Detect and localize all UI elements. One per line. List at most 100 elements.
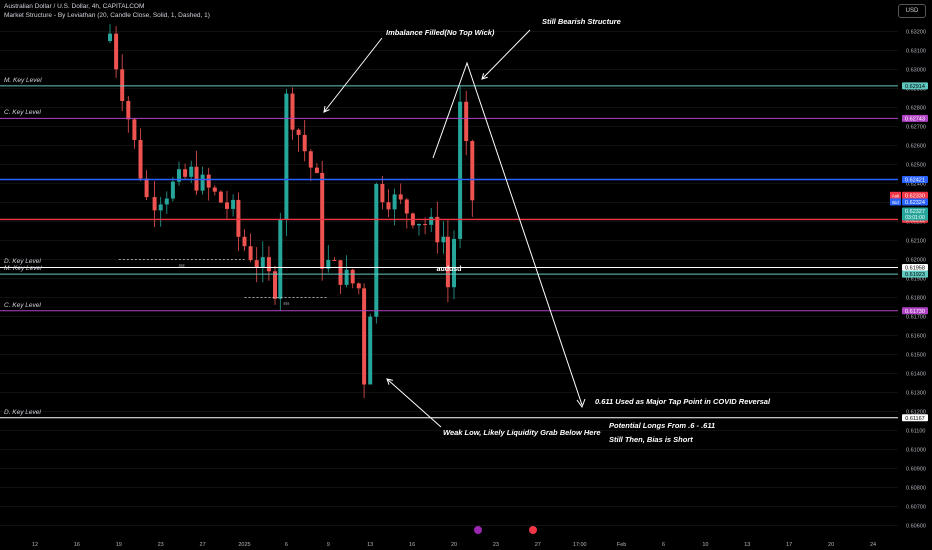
key-level-tag: 0.62914 [905,84,925,90]
x-tick-label: Feb [617,542,626,548]
candle-body [144,178,149,198]
y-tick-label: 0.63000 [906,68,926,74]
candle-body [170,181,175,199]
candle-body [308,151,313,168]
x-tick-label: 17 [786,542,792,548]
candle-body [362,288,367,385]
y-tick-label: 0.60700 [906,505,926,511]
bid-tag: 0.62324 [905,200,925,206]
candle-body [266,257,271,272]
y-tick-label: 0.61700 [906,315,926,321]
candle-body [260,257,265,268]
candle-body [218,191,223,203]
y-tick-label: 0.62100 [906,239,926,245]
candle-body [278,219,283,299]
bid-label: Bid [892,200,899,205]
key-level-tag: 0.62743 [905,116,925,122]
candle-body [441,236,446,243]
y-tick-label: 0.62600 [906,144,926,150]
candle-body [114,33,119,70]
y-tick-label: 0.63100 [906,49,926,55]
x-tick-label: 24 [870,542,876,548]
candle-body [464,101,469,142]
currency-button[interactable]: USD [898,4,926,18]
key-level-tag: 0.61167 [905,416,924,422]
candle-body [423,223,428,225]
y-tick-label: 0.60900 [906,467,926,473]
candle-body [392,194,397,210]
symbol-title: Australian Dollar / U.S. Dollar, 4h, CAP… [4,3,145,10]
ask-tag: 0.62330 [905,193,925,199]
symbol-label: audusd [437,266,462,273]
candle-body [458,101,463,239]
candle-body [273,271,277,299]
y-tick-label: 0.61400 [906,372,926,378]
arrow-imbalance [323,37,383,113]
candle-body [126,100,131,120]
blue-level-tag: 0.62421 [905,178,925,184]
y-tick-label: 0.61100 [906,429,925,435]
key-level-tag: 0.61730 [905,309,925,315]
candle-body [350,269,355,284]
candle-body [452,238,456,288]
candle-body [374,184,379,317]
x-tick-label: 20 [451,542,457,548]
candle-body [302,134,307,152]
structure-tag: sss [283,301,289,306]
candle-body [417,223,421,226]
structure-tag: sss [179,263,185,268]
projection-path [432,61,583,406]
candle-body [138,140,143,179]
candle-body [398,194,403,200]
x-tick-label: 6 [662,542,665,548]
x-tick-label: 10 [702,542,708,548]
y-tick-label: 0.61300 [906,391,926,397]
x-tick-label: 23 [493,542,499,548]
candle-body [344,269,349,285]
price-chart[interactable]: ssssssaudusd 0.632000.631000.630000.6290… [0,0,932,550]
candle-body [284,93,289,220]
candle-body [296,129,301,135]
x-tick-label: 6 [285,542,288,548]
candle-body [242,236,247,247]
candle-body [470,141,475,201]
x-tick-label: 13 [744,542,750,548]
y-tick-label: 0.60600 [906,524,926,530]
candle-body [212,187,217,192]
annotation-covid-reversal: 0.611 Used as Major Tap Point in COVID R… [595,397,771,406]
x-tick-label: 19 [116,542,122,548]
candle-body [164,198,169,205]
y-tick-label: 0.61600 [906,334,926,340]
annotation-weak-low: Weak Low, Likely Liquidity Grab Below He… [443,428,601,437]
arrow-bearish-structure [481,29,531,80]
x-tick-label: 17:00 [573,542,587,548]
candle-body [158,204,163,211]
y-tick-label: 0.63200 [906,30,926,36]
y-tick-label: 0.62500 [906,163,926,169]
y-tick-label: 0.61500 [906,353,926,359]
candle-body [120,69,125,101]
candle-body [206,174,211,188]
annotation-imbalance: Imbalance Filled(No Top Wick) [386,28,495,37]
time-axis[interactable]: 12 16 19 23 27 2025 6 9 13 16 20 23 27 17:00 Feb 6 10 13 1… [32,542,876,548]
candle-body [314,167,319,173]
candle-body [225,202,229,209]
x-tick-label: 9 [327,542,330,548]
y-tick-label: 0.61800 [906,296,926,302]
key-level-label: C. Key Level [4,301,41,309]
candle-body [248,246,253,261]
key-level-label: M. Key Level [4,76,42,84]
candle-body [368,316,373,385]
key-level-label: C. Key Level [4,109,41,117]
y-tick-label: 0.61000 [906,448,926,454]
y-tick-label: 0.62800 [906,106,926,112]
candle-body [231,199,236,209]
candle-body [189,166,194,177]
economic-event-icon [529,526,537,534]
key-level-label: M. Key Level [4,265,42,273]
x-tick-label: 16 [409,542,415,548]
key-level-tag: 0.61923 [905,272,925,278]
price-axis[interactable]: 0.632000.631000.630000.629000.628000.627… [906,30,926,530]
indicator-legend[interactable]: Market Structure - By Leviathan (20, Can… [4,12,210,19]
x-tick-label: 27 [535,542,541,548]
